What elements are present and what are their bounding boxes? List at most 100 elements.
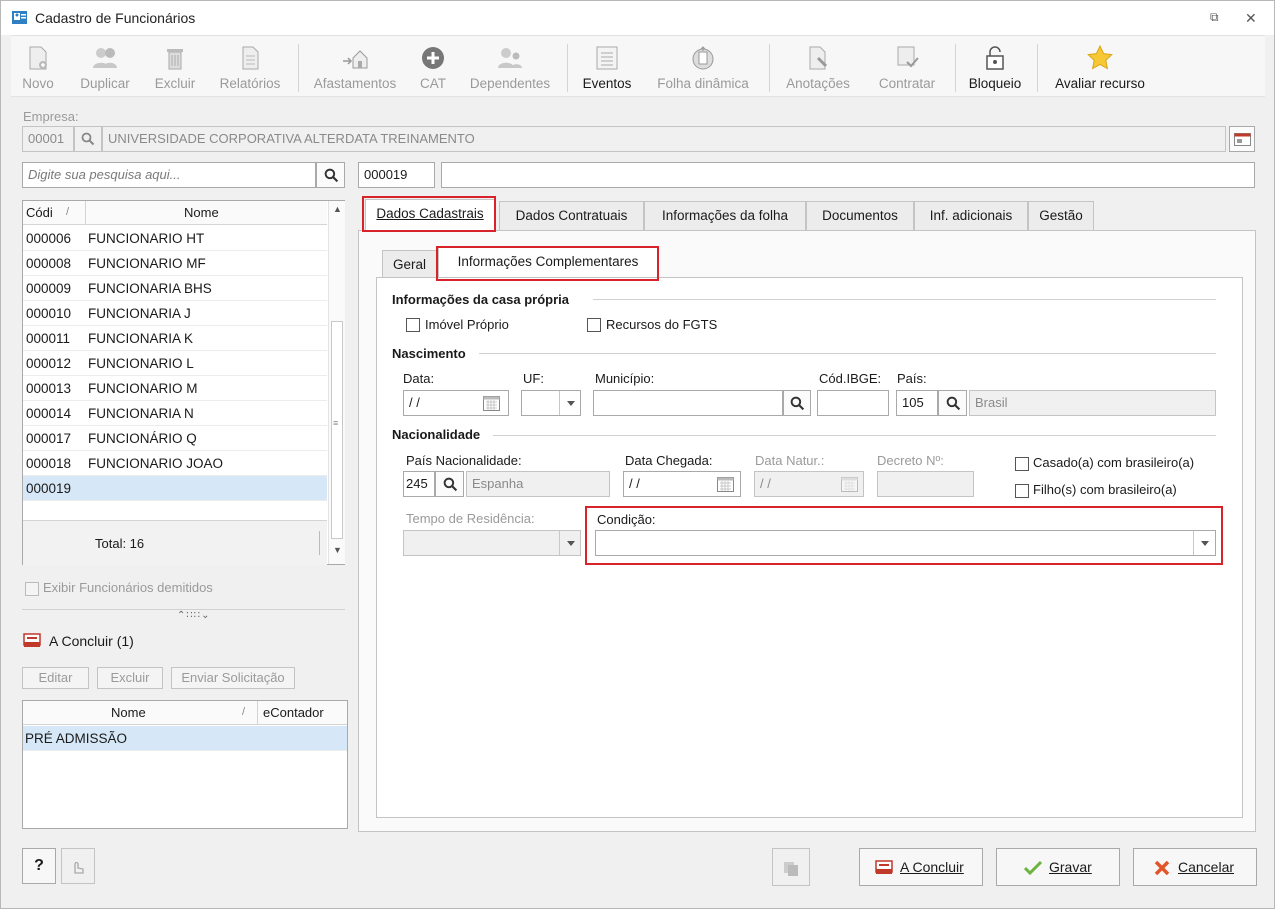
municipio-search-button[interactable] [783, 390, 811, 416]
col-name-header[interactable]: Nome [184, 205, 219, 220]
calendar-icon[interactable] [483, 395, 500, 411]
list-item[interactable]: 000012 FUNCIONARIO L [23, 351, 327, 376]
filhos-brasileiro-label: Filho(s) com brasileiro(a) [1033, 482, 1177, 497]
dynamic-sheet-icon [692, 46, 714, 70]
pais-nacionalidade-code-field[interactable]: 245 [403, 471, 435, 497]
contratar-button[interactable]: Contratar [869, 40, 945, 96]
a-concluir-button[interactable]: A Concluir [859, 848, 983, 886]
excluir-pendente-button[interactable]: Excluir [97, 667, 163, 689]
scroll-down-icon[interactable]: ▼ [333, 545, 342, 555]
employee-name: FUNCIONARIA N [88, 406, 194, 421]
tab-documentos[interactable]: Documentos [806, 201, 914, 231]
employee-code: 000013 [26, 381, 72, 396]
col-econtador-header[interactable]: eContador [263, 705, 324, 720]
employee-code: 000010 [26, 306, 72, 321]
casado-brasileiro-checkbox[interactable] [1015, 457, 1029, 471]
casado-brasileiro-label: Casado(a) com brasileiro(a) [1033, 455, 1195, 470]
list-item[interactable]: 000018 FUNCIONARIO JOAO [23, 451, 327, 476]
register-icon [23, 633, 41, 647]
list-item[interactable]: 000006 FUNCIONARIO HT [23, 226, 327, 251]
splitter-grip-icon[interactable]: ⌃∷∷⌄ [177, 610, 210, 621]
list-scrollbar[interactable]: ▲ ≡ ▼ [328, 201, 345, 564]
eventos-button[interactable]: Eventos [577, 40, 637, 96]
list-item[interactable]: 000017 FUNCIONÁRIO Q [23, 426, 327, 451]
employee-code: 000017 [26, 431, 72, 446]
group-line [479, 353, 1216, 354]
afastamentos-button[interactable]: Afastamentos [307, 40, 403, 96]
employee-name: FUNCIONARIO HT [88, 231, 205, 246]
tab-dados-cadastrais[interactable]: Dados Cadastrais [365, 199, 495, 231]
novo-button[interactable]: Novo [17, 40, 59, 96]
employee-code-field[interactable]: 000019 [358, 162, 435, 188]
imovel-proprio-checkbox[interactable] [406, 318, 420, 332]
excluir-button[interactable]: Excluir [149, 40, 201, 96]
new-document-icon [29, 46, 47, 70]
a-concluir-list: Nome / eContador PRÉ ADMISSÃO [22, 700, 348, 829]
contratar-label: Contratar [878, 76, 936, 91]
condicao-select[interactable] [595, 530, 1216, 556]
empresa-card-button[interactable] [1229, 126, 1255, 152]
list-item[interactable]: 000019 [23, 476, 327, 501]
gravar-button[interactable]: Gravar [996, 848, 1120, 886]
restore-icon[interactable]: ⧉ [1210, 10, 1219, 25]
afastamentos-label: Afastamentos [313, 76, 397, 91]
pais-name-field: Brasil [969, 390, 1216, 416]
calendar-icon[interactable] [717, 476, 734, 492]
col-code-header[interactable]: Códi [26, 205, 53, 220]
editar-button[interactable]: Editar [22, 667, 89, 689]
dependentes-button[interactable]: Dependentes [463, 40, 557, 96]
list-total: Total: 16 [95, 536, 145, 551]
tab-inf-adicionais[interactable]: Inf. adicionais [914, 201, 1028, 231]
tab-informacoes-folha[interactable]: Informações da folha [644, 201, 806, 231]
tempo-residencia-label: Tempo de Residência: [406, 511, 535, 526]
anotacoes-button[interactable]: Anotações [779, 40, 857, 96]
enviar-solicitacao-button[interactable]: Enviar Solicitação [171, 667, 295, 689]
calendar-icon [841, 477, 858, 492]
casa-propria-title: Informações da casa própria [392, 292, 570, 307]
recursos-fgts-checkbox[interactable] [587, 318, 601, 332]
app-icon [12, 11, 27, 24]
filhos-brasileiro-checkbox[interactable] [1015, 484, 1029, 498]
avaliar-recurso-button[interactable]: Avaliar recurso [1047, 40, 1153, 96]
pais-search-button[interactable] [938, 390, 967, 416]
notes-icon [809, 46, 828, 70]
select-divider [559, 531, 560, 555]
tab-gestao[interactable]: Gestão [1028, 201, 1094, 231]
subtab-informacoes-complementares[interactable]: Informações Complementares [438, 247, 658, 279]
config-button[interactable] [61, 848, 95, 884]
ibge-field[interactable] [817, 390, 889, 416]
scroll-thumb[interactable]: ≡ [331, 321, 343, 539]
close-icon[interactable]: ✕ [1245, 10, 1257, 27]
folha-dinamica-button[interactable]: Folha dinâmica [647, 40, 759, 96]
search-button[interactable] [316, 162, 345, 188]
pais-nacionalidade-search-button[interactable] [435, 471, 464, 497]
employee-name-field[interactable] [441, 162, 1255, 188]
tab-dados-contratuais[interactable]: Dados Contratuais [499, 201, 644, 231]
copy-button[interactable] [772, 848, 810, 886]
duplicar-button[interactable]: Duplicar [71, 40, 139, 96]
pais-code-field[interactable]: 105 [896, 390, 938, 416]
search-input[interactable]: Digite sua pesquisa aqui... [22, 162, 316, 188]
toolbar: Novo Duplicar Excluir Relatórios Afastam… [11, 35, 1265, 97]
col-nome-header[interactable]: Nome [111, 705, 146, 720]
relatorios-button[interactable]: Relatórios [213, 40, 287, 96]
bloqueio-button[interactable]: Bloqueio [963, 40, 1027, 96]
list-item[interactable]: 000013 FUNCIONARIO M [23, 376, 327, 401]
a-concluir-header: Nome / eContador [23, 701, 347, 725]
list-item[interactable]: 000008 FUNCIONARIO MF [23, 251, 327, 276]
list-item[interactable]: 000011 FUNCIONARIA K [23, 326, 327, 351]
help-button[interactable]: ? [22, 848, 56, 884]
family-icon [498, 48, 522, 68]
folha-dinamica-label: Folha dinâmica [657, 76, 749, 91]
municipio-field[interactable] [593, 390, 783, 416]
list-item[interactable]: 000009 FUNCIONARIA BHS [23, 276, 327, 301]
list-item[interactable]: 000010 FUNCIONARIA J [23, 301, 327, 326]
list-item[interactable]: 000014 FUNCIONARIA N [23, 401, 327, 426]
employee-code: 000019 [26, 481, 72, 496]
table-row[interactable]: PRÉ ADMISSÃO [23, 726, 347, 751]
cancelar-button[interactable]: Cancelar [1133, 848, 1257, 886]
employee-list: Códi / Nome 000006 FUNCIONARIO HT 000008 FU… [22, 200, 345, 565]
subtab-geral[interactable]: Geral [382, 250, 437, 278]
scroll-up-icon[interactable]: ▲ [333, 204, 342, 214]
cat-button[interactable]: CAT [413, 40, 453, 96]
